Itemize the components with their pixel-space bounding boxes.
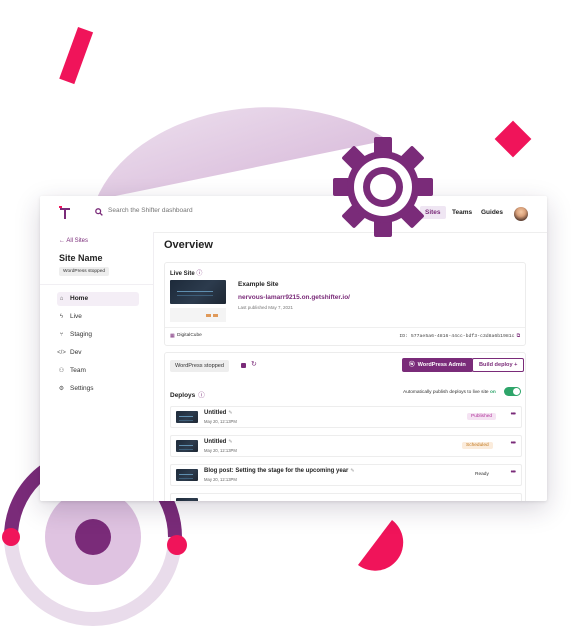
all-sites-link[interactable]: ← All Sites: [59, 238, 88, 244]
sidebar-item-team[interactable]: ⚇ Team: [57, 364, 139, 378]
team-name: DigitalCube: [177, 333, 202, 338]
deploys-card: WordPress stopped ↻ ⓦ WordPress Admin Bui…: [164, 352, 526, 501]
ring-left-dot-shape: [2, 528, 20, 546]
more-options-icon[interactable]: •••: [511, 411, 516, 418]
deploy-date: May 20, 12:13PM: [204, 477, 237, 482]
gear-icon: [333, 137, 433, 237]
table-row[interactable]: Untitled ✎ May 20, 12:13PM Scheduled •••: [170, 435, 522, 457]
top-bar: Sites Teams Guides: [40, 196, 547, 233]
site-title: Example Site: [238, 281, 279, 288]
deploy-thumbnail: [176, 469, 198, 481]
branch-icon: ⑂: [59, 332, 64, 338]
nav-guides[interactable]: Guides: [481, 209, 503, 216]
team-icon: ▦: [170, 333, 175, 339]
sidebar-item-label: Live: [70, 313, 82, 320]
more-options-icon[interactable]: •••: [511, 440, 516, 447]
live-site-card: Live Site ⓘ Example Site nervous-lamarr9…: [164, 262, 526, 346]
build-deploy-button[interactable]: Build deploy +: [472, 358, 525, 372]
code-icon: </>: [57, 350, 66, 356]
deploy-title: Untitled ✎: [204, 410, 233, 416]
deploy-title: Untitled ✎: [204, 439, 233, 445]
sidebar-item-settings[interactable]: ⚙ Settings: [57, 382, 139, 396]
status-badge: WordPress stopped: [59, 267, 110, 276]
deploy-thumbnail: [176, 440, 198, 452]
search-icon: [95, 208, 103, 216]
site-name-heading: Site Name: [59, 253, 103, 263]
edit-icon[interactable]: ✎: [350, 468, 354, 474]
sidebar: ← All Sites Site Name WordPress stopped …: [40, 232, 154, 501]
red-diamond-shape: [494, 120, 532, 158]
info-icon[interactable]: ⓘ: [196, 271, 202, 277]
table-row[interactable]: [170, 493, 522, 501]
info-icon[interactable]: ⓘ: [198, 392, 205, 399]
refresh-icon[interactable]: ↻: [251, 360, 257, 368]
nav-teams[interactable]: Teams: [452, 209, 472, 216]
deploy-title: Blog post: Setting the stage for the upc…: [204, 468, 355, 474]
stop-icon[interactable]: [241, 363, 246, 368]
sidebar-item-staging[interactable]: ⑂ Staging: [57, 328, 139, 342]
site-id: ID: 577ae5a6-4816-44cc-bdf3-c3d8a6b1981c…: [399, 334, 520, 339]
deploys-heading: Deploys ⓘ: [170, 392, 205, 399]
sidebar-item-live[interactable]: ϟ Live: [57, 310, 139, 324]
table-row[interactable]: Untitled ✎ May 20, 12:13PM Published •••: [170, 406, 522, 428]
sidebar-item-dev[interactable]: </> Dev: [57, 346, 139, 360]
last-published: Last published May 7, 2021: [238, 305, 294, 310]
deploy-thumbnail: [176, 498, 198, 501]
thumbnail-preview-strip: [170, 308, 226, 322]
red-half-circle-shape: [358, 520, 404, 571]
site-thumbnail[interactable]: [170, 280, 226, 304]
dashboard-window: Sites Teams Guides ← All Sites Site Name…: [40, 196, 547, 501]
status-badge: Scheduled: [462, 442, 493, 449]
card-divider: [165, 327, 525, 328]
center-dot-shape: [75, 519, 111, 555]
auto-publish-toggle[interactable]: [504, 387, 521, 396]
red-bar-shape: [59, 26, 94, 85]
site-url-link[interactable]: nervous-lamarr9215.on.getshifter.io/: [238, 294, 350, 301]
wordpress-admin-button[interactable]: ⓦ WordPress Admin: [402, 358, 473, 372]
auto-publish-label: Automatically publish deploys to live si…: [403, 390, 496, 395]
status-badge: Published: [467, 413, 497, 420]
wp-status-badge: WordPress stopped: [170, 360, 230, 372]
edit-icon[interactable]: ✎: [228, 439, 232, 445]
page-title: Overview: [164, 239, 213, 251]
table-row[interactable]: Blog post: Setting the stage for the upc…: [170, 464, 522, 486]
status-badge: Ready: [471, 471, 493, 478]
sidebar-item-label: Staging: [70, 331, 93, 338]
ring-right-dot-shape: [167, 535, 187, 555]
deploy-date: May 20, 12:13PM: [204, 419, 237, 424]
users-icon: ⚇: [58, 368, 65, 374]
sidebar-item-label: Team: [70, 367, 86, 374]
deploy-date: May 20, 12:13PM: [204, 448, 237, 453]
wordpress-icon: ⓦ: [409, 362, 415, 368]
avatar[interactable]: [514, 207, 528, 221]
sidebar-item-label: Dev: [70, 349, 82, 356]
deploy-thumbnail: [176, 411, 198, 423]
sidebar-divider: [40, 284, 153, 285]
gear-icon: ⚙: [58, 386, 65, 392]
edit-icon[interactable]: ✎: [228, 410, 232, 416]
sidebar-item-label: Home: [70, 295, 89, 302]
sidebar-item-home[interactable]: ⌂ Home: [57, 292, 139, 306]
search-input[interactable]: [108, 207, 308, 214]
copy-icon[interactable]: ⧉: [517, 334, 520, 339]
live-site-heading: Live Site ⓘ: [170, 271, 203, 277]
shifter-logo-icon[interactable]: [59, 206, 71, 220]
more-options-icon[interactable]: •••: [511, 469, 516, 476]
lightning-icon: ϟ: [59, 314, 64, 320]
home-icon: ⌂: [59, 296, 64, 302]
sidebar-item-label: Settings: [70, 385, 94, 392]
